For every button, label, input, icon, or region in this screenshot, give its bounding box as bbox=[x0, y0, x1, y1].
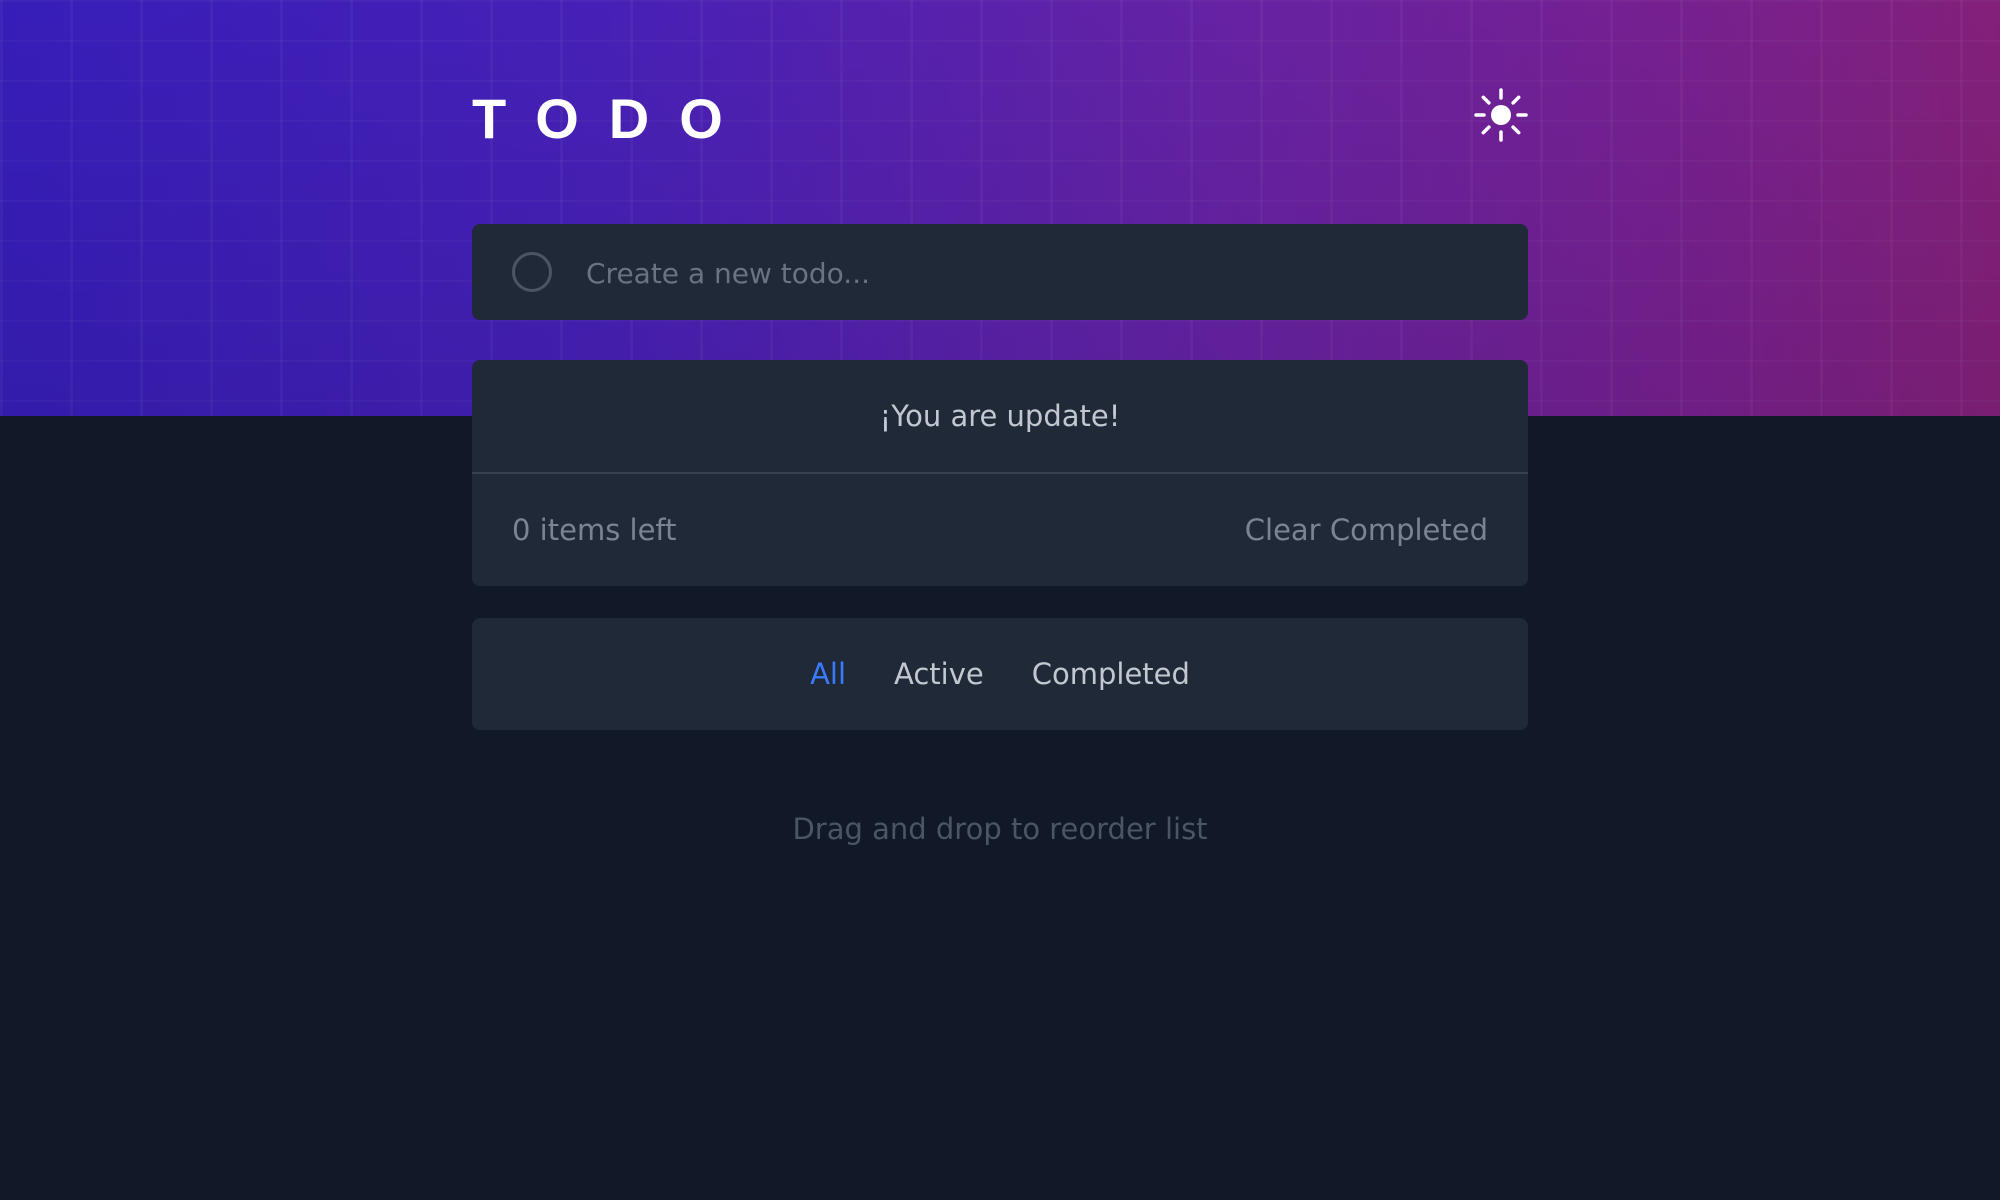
new-todo-card bbox=[472, 224, 1528, 320]
empty-list-message: ¡You are update! bbox=[879, 399, 1121, 433]
new-todo-check-circle[interactable] bbox=[512, 252, 552, 292]
filter-completed[interactable]: Completed bbox=[1032, 657, 1190, 691]
items-left-count: 0 items left bbox=[512, 513, 677, 547]
todo-list-card: ¡You are update! 0 items left Clear Comp… bbox=[472, 360, 1528, 586]
header-overlay bbox=[0, 0, 2000, 416]
app-title: TODO bbox=[472, 87, 753, 150]
clear-completed-button[interactable]: Clear Completed bbox=[1245, 474, 1488, 586]
filter-all[interactable]: All bbox=[810, 657, 846, 691]
filter-active[interactable]: Active bbox=[894, 657, 984, 691]
filter-bar: All Active Completed bbox=[472, 618, 1528, 730]
sun-icon bbox=[1474, 88, 1528, 142]
new-todo-input[interactable] bbox=[584, 246, 1488, 300]
theme-toggle-button[interactable] bbox=[1474, 88, 1528, 142]
reorder-hint: Drag and drop to reorder list bbox=[792, 812, 1208, 846]
header-background-image bbox=[0, 0, 2000, 416]
